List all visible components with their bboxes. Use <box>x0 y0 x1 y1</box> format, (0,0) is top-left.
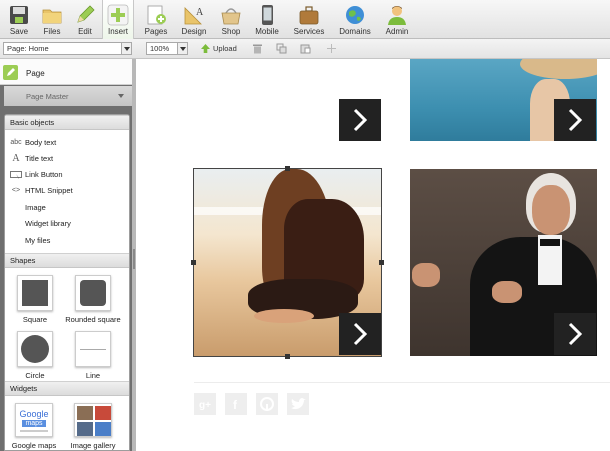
page-canvas: g+ f <box>136 59 610 451</box>
link-button-object[interactable]: Link Button <box>5 167 129 183</box>
admin-button[interactable]: Admin <box>380 0 414 39</box>
insert-button[interactable]: Insert <box>102 0 134 39</box>
chevron-down-icon <box>121 43 131 54</box>
services-button[interactable]: Services <box>290 0 328 39</box>
shop-button[interactable]: Shop <box>215 0 247 39</box>
page-layer-row[interactable]: Page <box>0 59 132 85</box>
code-icon: <> <box>11 187 21 194</box>
link-button-icon <box>10 171 22 179</box>
google-maps-widget[interactable]: Google maps Google maps <box>5 403 64 450</box>
line-icon <box>75 331 111 367</box>
pages-button[interactable]: Pages <box>139 0 173 39</box>
copy-icon[interactable] <box>276 43 287 54</box>
gallery-next-button[interactable] <box>554 313 596 355</box>
design-icon: A <box>184 7 204 25</box>
circle-shape[interactable]: Circle <box>5 331 65 380</box>
shapes-header: Shapes <box>5 253 129 268</box>
gallery-next-button[interactable] <box>339 313 381 355</box>
circle-icon <box>17 331 53 367</box>
user-icon <box>388 6 406 25</box>
mobile-button[interactable]: Mobile <box>250 0 284 39</box>
chevron-right-icon <box>568 108 583 132</box>
google-maps-icon: Google maps <box>15 403 53 437</box>
basket-icon <box>221 8 241 25</box>
design-button[interactable]: A Design <box>177 0 211 39</box>
my-files-object[interactable]: My files <box>5 233 129 249</box>
body-text-icon: abc <box>10 139 22 146</box>
twitter-icon[interactable] <box>287 393 309 415</box>
pencil-icon <box>77 5 95 23</box>
chevron-down-icon <box>118 94 124 98</box>
resize-handle[interactable] <box>191 260 196 265</box>
paste-icon[interactable] <box>300 43 311 54</box>
gallery-next-button[interactable] <box>339 99 381 141</box>
widgets-header: Widgets <box>5 381 129 396</box>
rounded-square-shape[interactable]: Rounded square <box>63 275 123 324</box>
trash-icon[interactable] <box>252 43 263 54</box>
svg-text:f: f <box>233 398 238 412</box>
section-divider <box>194 382 610 383</box>
square-shape[interactable]: Square <box>5 275 65 324</box>
image-object[interactable]: Image <box>5 200 129 216</box>
rounded-square-icon <box>75 275 111 311</box>
zoom-select[interactable]: 100% <box>146 42 188 55</box>
save-button[interactable]: Save <box>2 0 36 39</box>
basic-objects-header: Basic objects <box>5 115 129 130</box>
line-shape[interactable]: Line <box>63 331 123 380</box>
resize-handle[interactable] <box>379 260 384 265</box>
page-add-icon <box>147 5 166 25</box>
resize-handle[interactable] <box>285 166 290 171</box>
widget-library-object[interactable]: Widget library <box>5 216 129 232</box>
page-options-bar: Page: Home 100% Upload <box>0 39 610 59</box>
chevron-right-icon <box>353 108 368 132</box>
globe-icon <box>346 6 364 24</box>
folder-icon <box>42 9 62 24</box>
files-button[interactable]: Files <box>36 0 68 39</box>
domains-button[interactable]: Domains <box>336 0 374 39</box>
svg-text:g+: g+ <box>199 400 211 411</box>
pinterest-icon[interactable] <box>256 393 278 415</box>
chevron-down-icon <box>177 43 187 54</box>
page-select[interactable]: Page: Home <box>3 42 132 55</box>
pencil-icon <box>3 65 18 80</box>
title-text-object[interactable]: A Title text <box>5 151 129 167</box>
objects-library: Basic objects abc Body text A Title text… <box>4 114 130 451</box>
image-gallery-widget[interactable]: Image gallery <box>63 403 123 450</box>
chevron-right-icon <box>353 322 368 346</box>
insert-panel: Page Page Master Basic objects abc Body … <box>0 59 132 451</box>
body-text-object[interactable]: abc Body text <box>5 135 129 151</box>
title-text-icon: A <box>12 153 20 164</box>
briefcase-icon <box>299 6 319 25</box>
page-master-row[interactable]: Page Master <box>4 86 132 106</box>
square-icon <box>17 275 53 311</box>
upload-button[interactable]: Upload <box>201 43 237 55</box>
main-toolbar: Save Files Edit Insert Pages A Design Sh… <box>0 0 610 39</box>
google-plus-icon[interactable]: g+ <box>194 393 216 415</box>
gallery-next-button[interactable] <box>554 99 596 141</box>
phone-icon <box>262 5 273 25</box>
chevron-right-icon <box>568 322 583 346</box>
html-snippet-object[interactable]: <> HTML Snippet <box>5 183 129 199</box>
facebook-icon[interactable]: f <box>225 393 247 415</box>
svg-text:A: A <box>196 7 204 18</box>
edit-button[interactable]: Edit <box>69 0 101 39</box>
plus-icon <box>107 4 129 26</box>
save-icon <box>10 6 28 24</box>
add-icon[interactable] <box>326 43 337 54</box>
image-gallery-icon <box>74 403 112 437</box>
resize-handle[interactable] <box>285 354 290 359</box>
